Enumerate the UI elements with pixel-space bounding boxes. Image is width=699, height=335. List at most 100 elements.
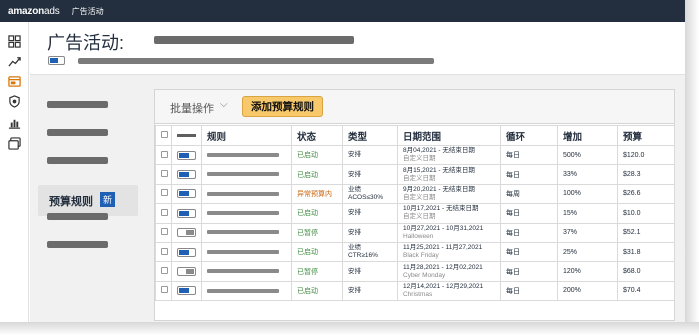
row-toggle-cell[interactable] xyxy=(171,222,202,243)
select-all-checkbox[interactable] xyxy=(161,131,168,138)
row-select-cell[interactable] xyxy=(155,261,172,282)
row-toggle-cell[interactable] xyxy=(171,261,202,282)
rule-name-cell[interactable] xyxy=(201,164,292,185)
type-cell: 安排 xyxy=(342,164,398,185)
table-row[interactable]: 异常预算内 业绩 ACOS≤30% 9月20,2021 - 无结束日期 自定义日期 每周 1… xyxy=(155,183,675,205)
rule-name-cell[interactable] xyxy=(201,183,292,205)
rule-name-placeholder[interactable] xyxy=(207,191,279,196)
date-range-cell: 8月15,2021 - 无结束日期 自定义日期 xyxy=(397,164,501,185)
date-range-cell: 11月25,2021 - 11月27,2021 Black Friday xyxy=(397,241,501,263)
col-cycle[interactable]: 循环 xyxy=(500,125,558,146)
row-select-cell[interactable] xyxy=(155,203,172,224)
cycle-cell: 每日 xyxy=(500,164,558,185)
select-all-header[interactable] xyxy=(155,125,172,146)
rule-name-cell[interactable] xyxy=(201,203,292,224)
nav-item-5[interactable] xyxy=(47,213,108,220)
rule-enable-toggle[interactable] xyxy=(177,267,196,277)
rule-enable-toggle[interactable] xyxy=(177,170,196,180)
dashboard-icon[interactable] xyxy=(7,34,21,48)
increase-cell: 15% xyxy=(557,203,618,224)
nav-item-6[interactable] xyxy=(47,241,108,248)
nav-item-3[interactable] xyxy=(47,157,108,164)
rule-enable-toggle[interactable] xyxy=(177,247,196,257)
rule-enable-toggle[interactable] xyxy=(177,228,196,238)
col-increase[interactable]: 增加 xyxy=(557,125,618,146)
rule-name-placeholder[interactable] xyxy=(207,230,279,235)
nav-item-budget-rules[interactable]: 预算规则 新 xyxy=(38,185,138,216)
table-row[interactable]: 已启动 安排 10月17,2021 - 无结束日期 自定义日期 每日 15% $10.0 xyxy=(155,203,675,224)
amazon-ads-logo[interactable]: amazonads xyxy=(8,6,60,17)
row-toggle-cell[interactable] xyxy=(171,183,202,205)
date-range-cell: 10月17,2021 - 无结束日期 自定义日期 xyxy=(397,203,501,224)
type-label: 安排 xyxy=(348,286,361,294)
row-checkbox[interactable] xyxy=(161,189,168,197)
type-label: 安排 xyxy=(348,267,361,275)
nav-title[interactable]: 广告活动 xyxy=(72,6,104,17)
cycle-cell: 每日 xyxy=(500,280,558,302)
row-checkbox[interactable] xyxy=(161,228,168,236)
row-select-cell[interactable] xyxy=(155,241,172,263)
app-frame: amazonads 广告活动 广告活动: 预算规则 新 批量操作 ⌵ 添加预算规… xyxy=(0,0,699,335)
increase-cell: 500% xyxy=(557,144,618,166)
nav-item-1[interactable] xyxy=(47,101,108,108)
date-range-cell: 11月28,2021 - 12月02,2021 Cyber Monday xyxy=(397,261,501,282)
rule-enable-toggle[interactable] xyxy=(177,150,196,160)
row-toggle-cell[interactable] xyxy=(171,203,202,224)
chevron-down-icon[interactable]: ⌵ xyxy=(220,99,228,110)
row-toggle-cell[interactable] xyxy=(171,280,202,302)
campaign-toggle[interactable] xyxy=(48,56,65,65)
row-checkbox[interactable] xyxy=(161,267,168,275)
rule-name-placeholder[interactable] xyxy=(207,211,279,216)
col-rule[interactable]: 规则 xyxy=(201,125,292,146)
rule-name-placeholder[interactable] xyxy=(207,288,279,293)
row-toggle-cell[interactable] xyxy=(171,164,202,185)
trend-icon[interactable] xyxy=(7,54,21,68)
col-status[interactable]: 状态 xyxy=(291,125,343,146)
rule-name-cell[interactable] xyxy=(201,222,292,243)
status-cell: 已启动 xyxy=(291,164,343,185)
rule-name-placeholder[interactable] xyxy=(207,249,279,254)
row-checkbox[interactable] xyxy=(161,150,168,158)
bar-chart-icon[interactable] xyxy=(7,116,21,130)
col-date-range[interactable]: 日期范围 xyxy=(397,125,501,146)
rule-name-cell[interactable] xyxy=(201,280,292,302)
col-budget[interactable]: 预算 xyxy=(617,125,675,146)
rule-name-placeholder[interactable] xyxy=(207,152,279,157)
table-row[interactable]: 已暂停 安排 10月27,2021 - 10月31,2021 Halloween 每日 3… xyxy=(155,222,675,243)
rule-name-cell[interactable] xyxy=(201,241,292,263)
row-select-cell[interactable] xyxy=(155,164,172,185)
table-row[interactable]: 已启动 业绩 CTR≥16% 11月25,2021 - 11月27,2021 Black… xyxy=(155,241,675,263)
row-toggle-cell[interactable] xyxy=(171,144,202,166)
col-type[interactable]: 类型 xyxy=(342,125,398,146)
row-checkbox[interactable] xyxy=(161,247,168,255)
rule-name-cell[interactable] xyxy=(201,261,292,282)
rule-name-placeholder[interactable] xyxy=(207,269,279,274)
campaign-icon[interactable] xyxy=(7,74,21,88)
row-select-cell[interactable] xyxy=(155,183,172,205)
rule-enable-toggle[interactable] xyxy=(177,286,196,296)
add-budget-rule-button[interactable]: 添加预算规则 xyxy=(242,96,323,117)
rule-name-cell[interactable] xyxy=(201,144,292,166)
row-select-cell[interactable] xyxy=(155,222,172,243)
rule-enable-toggle[interactable] xyxy=(177,189,196,199)
status-cell: 已启动 xyxy=(291,280,343,302)
table-row[interactable]: 已启动 安排 12月14,2021 - 12月29,2021 Christmas 每日 2… xyxy=(155,280,675,302)
rule-enable-toggle[interactable] xyxy=(177,208,196,218)
shield-icon[interactable] xyxy=(7,94,21,108)
media-icon[interactable] xyxy=(7,136,21,150)
new-badge: 新 xyxy=(100,192,116,207)
table-row[interactable]: 已暂停 安排 11月28,2021 - 12月02,2021 Cyber Monday… xyxy=(155,261,675,282)
row-checkbox[interactable] xyxy=(161,170,168,178)
row-select-cell[interactable] xyxy=(155,280,172,302)
date-range: 10月27,2021 - 10月31,2021 xyxy=(403,224,484,232)
row-select-cell[interactable] xyxy=(155,144,172,166)
increase-cell: 25% xyxy=(557,241,618,263)
nav-item-2[interactable] xyxy=(47,129,108,136)
bulk-actions-dropdown[interactable]: 批量操作 xyxy=(170,100,214,116)
table-row[interactable]: 已启动 安排 8月15,2021 - 无结束日期 自定义日期 每日 33% $28.3 xyxy=(155,164,675,185)
table-row[interactable]: 已启动 安排 8月04,2021 - 无结束日期 自定义日期 每日 500% $120.0 xyxy=(155,144,675,166)
row-toggle-cell[interactable] xyxy=(171,241,202,263)
rule-name-placeholder[interactable] xyxy=(207,172,279,177)
row-checkbox[interactable] xyxy=(161,286,168,294)
row-checkbox[interactable] xyxy=(161,208,168,216)
